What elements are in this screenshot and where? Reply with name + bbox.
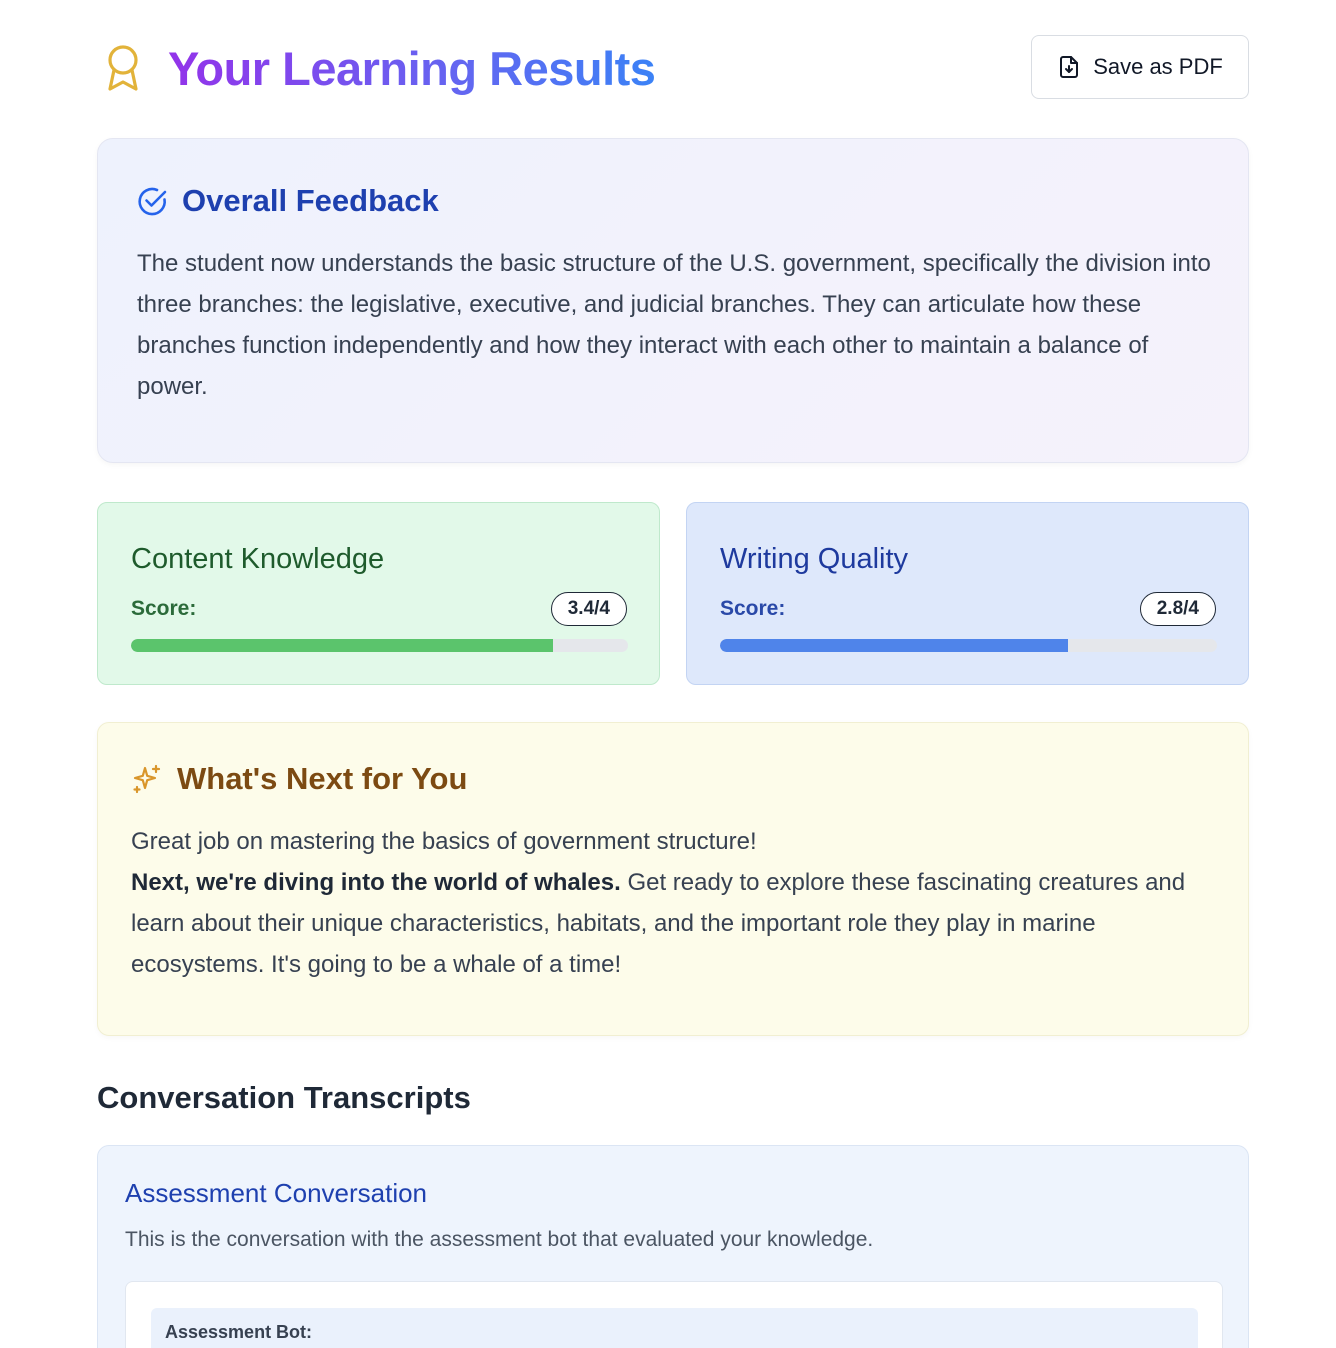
score-progress-bar xyxy=(131,639,628,652)
score-label: Score: xyxy=(131,597,197,620)
score-card-title: Writing Quality xyxy=(720,543,909,575)
score-progress-fill xyxy=(720,639,1068,652)
assessment-conversation-card: Assessment Conversation This is the conv… xyxy=(97,1145,1249,1348)
whats-next-card: What's Next for You Great job on masteri… xyxy=(97,722,1249,1036)
next-text: Great job on mastering the basics of gov… xyxy=(131,821,1221,985)
next-highlight: Next, we're diving into the world of wha… xyxy=(131,869,621,896)
save-pdf-label: Save as PDF xyxy=(1093,54,1223,79)
score-label: Score: xyxy=(720,597,786,620)
score-progress-bar xyxy=(720,639,1217,652)
content-knowledge-card: Content Knowledge Score: 3.4/4 xyxy=(97,502,660,685)
award-icon xyxy=(108,45,138,91)
score-card-title: Content Knowledge xyxy=(131,543,385,575)
feedback-title: Overall Feedback xyxy=(182,183,439,218)
score-progress-fill xyxy=(131,639,554,652)
save-pdf-button[interactable]: Save as PDF xyxy=(1031,35,1249,99)
score-badge: 2.8/4 xyxy=(1139,592,1216,626)
conversation-description: This is the conversation with the assess… xyxy=(125,1228,874,1251)
next-body: Next, we're diving into the world of wha… xyxy=(131,862,1221,985)
score-badge: 3.4/4 xyxy=(550,592,627,626)
message-bubble: Assessment Bot: xyxy=(151,1308,1198,1348)
overall-feedback-card: Overall Feedback The student now underst… xyxy=(97,138,1249,463)
writing-quality-card: Writing Quality Score: 2.8/4 xyxy=(686,502,1249,685)
next-title: What's Next for You xyxy=(177,761,468,796)
message-sender: Assessment Bot: xyxy=(165,1322,313,1342)
results-page: Your Learning Results Save as PDF Overal… xyxy=(0,0,1336,1348)
page-header: Your Learning Results Save as PDF xyxy=(97,35,1249,99)
feedback-heading: Overall Feedback xyxy=(136,183,439,219)
feedback-text: The student now understands the basic st… xyxy=(137,250,1211,400)
next-heading: What's Next for You xyxy=(131,761,467,797)
conversation-transcript[interactable]: Assessment Bot: xyxy=(125,1281,1223,1348)
sparkles-icon xyxy=(133,764,161,794)
next-intro: Great job on mastering the basics of gov… xyxy=(131,828,757,855)
page-title: Your Learning Results xyxy=(168,39,656,99)
transcripts-title: Conversation Transcripts xyxy=(97,1080,471,1115)
conversation-title: Assessment Conversation xyxy=(125,1178,428,1208)
file-download-icon xyxy=(1060,56,1079,78)
check-circle-icon xyxy=(138,187,167,216)
